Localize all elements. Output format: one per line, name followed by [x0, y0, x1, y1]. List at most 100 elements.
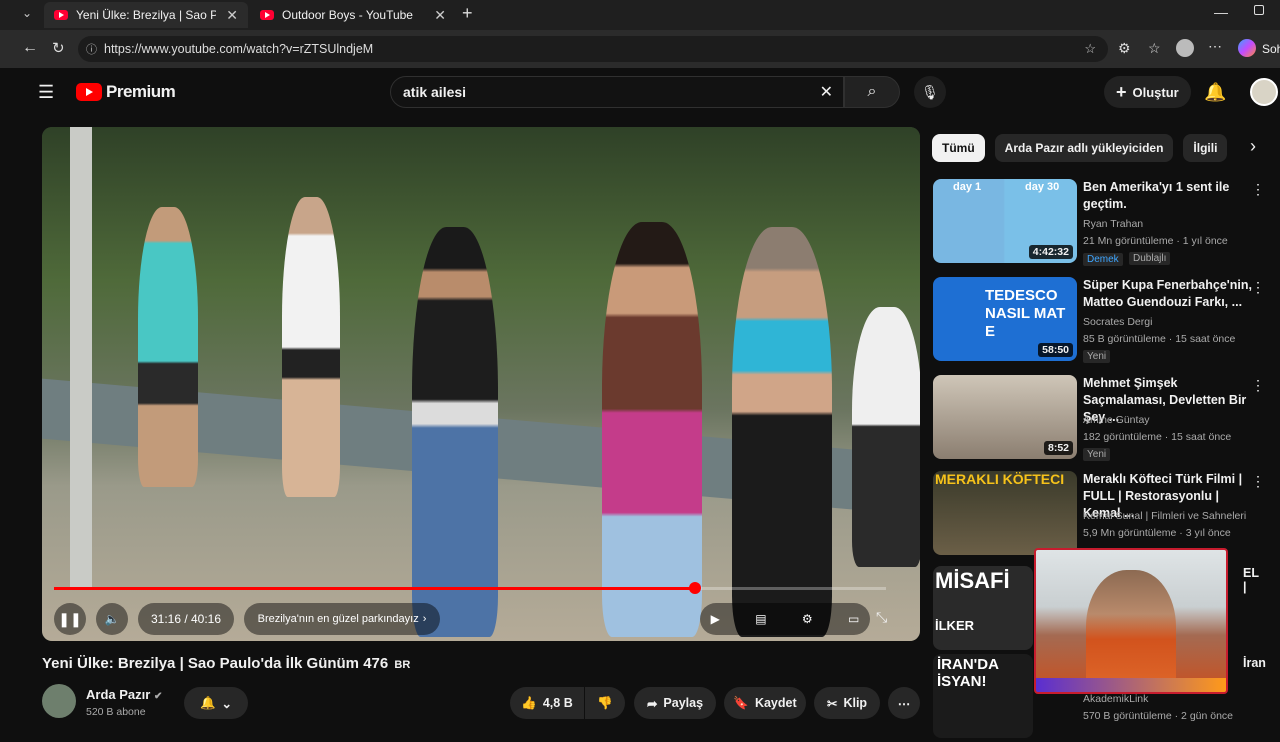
scrubber-knob[interactable]: [688, 582, 701, 594]
more-vert-icon[interactable]: ⋮: [1251, 181, 1265, 198]
recommendation-item[interactable]: 8:52 Mehmet Şimşek Saçmalaması, Devlette…: [933, 375, 1265, 463]
video-thumbnail[interactable]: 8:52: [933, 375, 1077, 459]
person-right-edge: [852, 307, 920, 567]
chapter-text: Brezilya'nın en güzel parkındayız: [257, 613, 419, 625]
dislike-button[interactable]: 👎: [585, 687, 625, 719]
youtube-premium-logo[interactable]: Premium: [76, 82, 176, 102]
more-vert-icon[interactable]: ⋮: [1251, 377, 1265, 394]
recommendation-title: EL |: [1243, 566, 1259, 594]
new-tab-icon[interactable]: +: [462, 3, 473, 24]
video-thumbnail[interactable]: day 1 day 30 4:42:32: [933, 179, 1077, 263]
create-label: Oluştur: [1132, 84, 1179, 100]
thumb-label-2: İLKER: [935, 618, 974, 633]
like-button[interactable]: 👍 4,8 B: [510, 687, 584, 719]
plus-icon: +: [1116, 81, 1127, 102]
minimize-icon[interactable]: —: [1214, 4, 1228, 20]
bookmark-icon: 🔖: [733, 695, 749, 710]
reload-icon[interactable]: ↻: [52, 39, 65, 57]
create-button[interactable]: + Oluştur: [1104, 76, 1191, 108]
recommendation-item[interactable]: MERAKLI KÖFTECI Meraklı Köfteci Türk Fil…: [933, 471, 1265, 559]
save-button[interactable]: 🔖 Kaydet: [724, 687, 806, 719]
pause-button[interactable]: ❚❚: [54, 603, 86, 635]
close-tab-icon[interactable]: ✕: [434, 7, 446, 24]
person-brown-top: [602, 222, 702, 637]
more-actions-button[interactable]: ⋯: [888, 687, 920, 719]
fullscreen-exit-icon[interactable]: ⤡: [876, 609, 887, 626]
account-avatar[interactable]: [1250, 78, 1278, 106]
duration-badge: 58:50: [1038, 343, 1073, 357]
duration-badge: 4:42:32: [1028, 245, 1073, 259]
site-info-icon[interactable]: ⓘ: [86, 41, 97, 57]
profile-icon[interactable]: [1176, 39, 1194, 57]
person-cyan-shirt: [138, 207, 198, 487]
thumb-label: MİSAFİ: [935, 568, 1010, 593]
favorites-icon[interactable]: ☆: [1148, 40, 1161, 57]
clear-search-icon[interactable]: ✕: [820, 82, 833, 102]
recommendation-channel: AkademikLink: [1083, 693, 1149, 705]
recommendation-item[interactable]: TEDESCO NASIL MAT E 58:50 Süper Kupa Fen…: [933, 277, 1265, 365]
channel-avatar[interactable]: [42, 684, 76, 718]
video-thumbnail[interactable]: İRAN'DA İSYAN!: [933, 654, 1033, 738]
thumb-label-left: day 1: [953, 181, 982, 193]
video-thumbnail[interactable]: MERAKLI KÖFTECI: [933, 471, 1077, 555]
copilot-label: Soh: [1262, 42, 1280, 56]
theater-mode-icon[interactable]: ▭: [848, 612, 859, 626]
more-horizontal-icon: ⋯: [897, 696, 911, 711]
progress-bar[interactable]: [54, 582, 886, 594]
channel-name[interactable]: Arda Pazır ✔: [86, 687, 162, 702]
progress-fill: [54, 587, 695, 590]
bell-icon: 🔔: [199, 695, 216, 710]
video-player[interactable]: ❚❚ 🔈 31:16 / 40:16 Brezilya'nın en güzel…: [42, 127, 920, 641]
webcam-overlay: [1034, 548, 1228, 694]
favorite-star-icon[interactable]: ☆: [1084, 41, 1096, 57]
chip-uploader[interactable]: Arda Pazır adlı yükleyiciden: [994, 134, 1174, 162]
volume-button[interactable]: 🔈: [96, 603, 128, 635]
chevron-down-icon: ⌄: [221, 696, 233, 711]
tab-outdoor-boys[interactable]: Outdoor Boys - YouTube ✕: [250, 2, 456, 28]
share-button[interactable]: ➦ Paylaş: [634, 687, 716, 719]
search-input[interactable]: atik ailesi ✕: [390, 76, 844, 108]
more-vert-icon[interactable]: ⋮: [1251, 473, 1265, 490]
clip-button[interactable]: ✂ Klip: [814, 687, 880, 719]
copilot-icon[interactable]: [1238, 39, 1256, 57]
maximize-icon[interactable]: [1254, 5, 1264, 15]
video-title-flag: BR: [394, 659, 411, 671]
recommendation-meta: 5,9 Mn görüntüleme · 3 yıl önce: [1083, 527, 1231, 539]
chips-next-chevron-icon[interactable]: ›: [1250, 136, 1256, 157]
person-teal-top: [732, 227, 832, 637]
subtitles-icon[interactable]: ▤: [755, 612, 766, 626]
url-text: https://www.youtube.com/watch?v=rZTSUlnd…: [104, 42, 374, 56]
chip-label: İlgili: [1193, 141, 1218, 155]
recommendation-channel: Ryan Trahan: [1083, 218, 1144, 230]
menu-icon[interactable]: ☰: [38, 82, 54, 103]
recommendation-badge: Demek: [1083, 253, 1123, 266]
settings-gear-icon[interactable]: ⚙: [802, 612, 813, 626]
tab-label: Yeni Ülke: Brezilya | Sao Paulo: [76, 8, 216, 22]
save-label: Kaydet: [754, 696, 797, 710]
tab-video[interactable]: Yeni Ülke: Brezilya | Sao Paulo ✕: [44, 2, 248, 28]
search-button[interactable]: ⌕: [844, 76, 900, 108]
video-thumbnail[interactable]: MİSAFİ İLKER: [933, 566, 1033, 650]
video-thumbnail[interactable]: TEDESCO NASIL MAT E 58:50: [933, 277, 1077, 361]
voice-search-button[interactable]: 🎙: [914, 76, 946, 108]
more-menu-icon[interactable]: ⋯: [1208, 38, 1222, 55]
back-icon[interactable]: ←: [22, 39, 38, 57]
recommendation-title: İran: [1243, 656, 1266, 670]
chapter-button[interactable]: Brezilya'nın en güzel parkındayız ›: [244, 603, 440, 635]
thumb-label-right: day 30: [1025, 181, 1060, 193]
url-field[interactable]: ⓘ https://www.youtube.com/watch?v=rZTSUl…: [78, 36, 1108, 62]
chip-all[interactable]: Tümü: [932, 134, 985, 162]
subscribe-bell-button[interactable]: 🔔 ⌄: [184, 687, 248, 719]
chip-related[interactable]: İlgili: [1183, 134, 1228, 162]
microphone-icon: 🎙: [921, 83, 939, 100]
pause-icon: ❚❚: [58, 610, 82, 627]
recommendation-channel: Amine Güntay: [1083, 414, 1150, 426]
more-vert-icon[interactable]: ⋮: [1251, 279, 1265, 296]
close-tab-icon[interactable]: ✕: [226, 7, 238, 24]
tab-list-chevron-icon[interactable]: ⌄: [22, 6, 32, 20]
recommendation-item[interactable]: day 1 day 30 4:42:32 Ben Amerika'yı 1 se…: [933, 179, 1265, 267]
extensions-icon[interactable]: ⚙: [1118, 40, 1131, 57]
autoplay-toggle-icon[interactable]: ▶: [711, 612, 720, 626]
search-icon: ⌕: [867, 83, 877, 100]
notifications-bell-icon[interactable]: 🔔: [1204, 82, 1226, 103]
